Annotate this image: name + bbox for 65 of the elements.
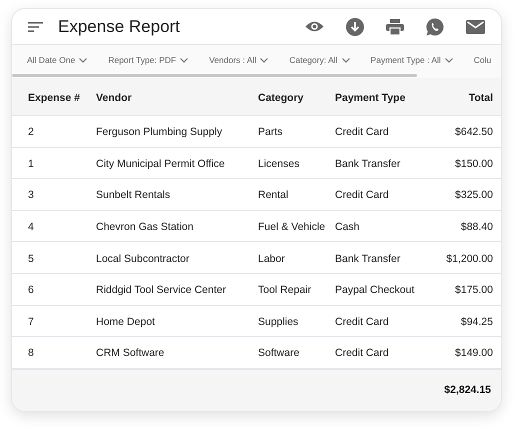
chevron-down-icon <box>260 58 268 62</box>
table-cell: Credit Card <box>335 189 389 202</box>
column-header: Category <box>258 92 304 104</box>
table-cell: Rental <box>258 189 288 202</box>
table-cell: $150.00 <box>455 158 493 170</box>
table-cell: $88.40 <box>460 221 493 234</box>
grand-total: $2,824.15 <box>444 382 491 398</box>
chat-icon[interactable] <box>426 18 444 36</box>
table-cell: Credit Card <box>335 126 389 138</box>
table-cell: 4 <box>28 221 34 234</box>
table-cell: Fuel & Vehicle <box>258 221 326 234</box>
table-cell: 6 <box>28 284 34 296</box>
table-cell: Labor <box>258 252 285 265</box>
scrollbar[interactable] <box>12 74 417 77</box>
table-cell: 8 <box>28 347 34 360</box>
report-title: Expense Report <box>58 16 180 38</box>
chevron-down-icon <box>180 58 188 62</box>
table-cell: Bank Transfer <box>335 158 400 170</box>
table-cell: Parts <box>258 126 283 138</box>
mail-icon[interactable] <box>466 20 485 34</box>
filter-dropdown[interactable]: Colu <box>474 54 492 66</box>
table-cell: Tool Repair <box>258 284 312 296</box>
table-cell: Supplies <box>258 316 298 328</box>
filter-dropdown[interactable]: Payment Type : All <box>370 54 453 66</box>
table-cell: 2 <box>28 126 34 138</box>
table-cell: $149.00 <box>455 347 493 360</box>
table-cell: Riddgid Tool Service Center <box>96 284 226 296</box>
download-icon[interactable] <box>346 18 364 36</box>
table-cell: $1,200.00 <box>446 252 493 265</box>
table-cell: 7 <box>28 316 34 328</box>
table-cell: Sunbelt Rentals <box>96 189 170 202</box>
column-header: Expense # <box>28 92 80 104</box>
table-cell: Software <box>258 347 300 360</box>
table-cell: Cash <box>335 221 360 234</box>
table-cell: Bank Transfer <box>335 252 400 265</box>
filter-dropdown[interactable]: Report Type: PDF <box>108 54 188 66</box>
eye-icon[interactable] <box>305 20 324 33</box>
column-header: Vendor <box>96 92 132 104</box>
table-cell: $175.00 <box>455 284 493 296</box>
menu-icon[interactable] <box>28 22 43 32</box>
table-cell: $94.25 <box>460 316 493 328</box>
table-cell: $325.00 <box>455 189 493 202</box>
chevron-down-icon <box>79 58 88 62</box>
table-cell: CRM Software <box>96 347 164 360</box>
table-cell: Credit Card <box>335 347 389 360</box>
chevron-down-icon <box>342 58 350 62</box>
table-cell: 5 <box>28 252 34 265</box>
table-cell: 1 <box>28 158 34 170</box>
printer-icon[interactable] <box>386 18 404 34</box>
table-cell: Ferguson Plumbing Supply <box>96 126 222 138</box>
chevron-down-icon <box>444 58 453 62</box>
table-cell: Home Depot <box>96 316 155 328</box>
table-cell: Licenses <box>258 158 300 170</box>
table-cell: Credit Card <box>335 316 389 328</box>
table-cell: 3 <box>28 189 34 202</box>
table-cell: Paypal Checkout <box>335 284 414 296</box>
filter-dropdown[interactable]: All Date One <box>27 54 88 66</box>
filter-dropdown[interactable]: Category: All <box>289 54 350 66</box>
column-header: Total <box>468 92 493 104</box>
table-cell: City Municipal Permit Office <box>96 158 225 170</box>
table-cell: Local Subcontractor <box>96 252 190 265</box>
filter-dropdown[interactable]: Vendors : All <box>209 54 268 66</box>
table-cell: Chevron Gas Station <box>96 221 194 234</box>
table-cell: $642.50 <box>455 126 493 138</box>
column-header: Payment Type <box>335 92 406 104</box>
